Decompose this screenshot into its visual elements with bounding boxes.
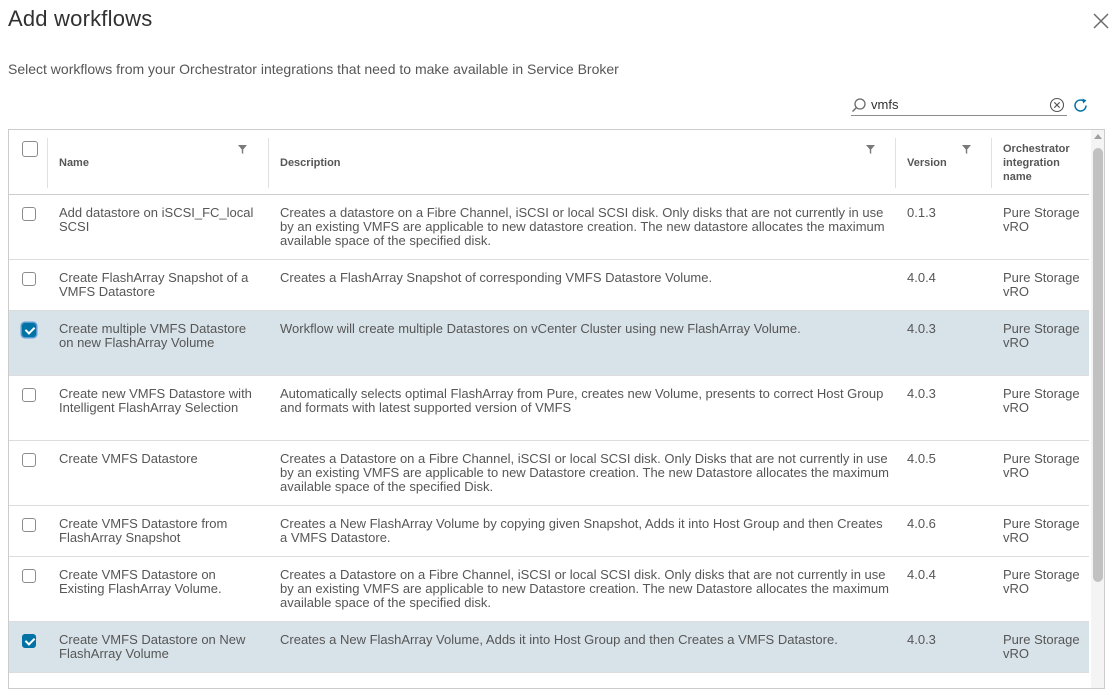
workflow-version: 4.0.4	[907, 567, 936, 582]
column-header-version[interactable]: Version	[895, 130, 991, 194]
workflow-version: 4.0.3	[907, 321, 936, 336]
workflow-description: Creates a Datastore on a Fibre Channel, …	[280, 567, 889, 610]
search-box	[851, 95, 1067, 116]
column-header-orchestrator[interactable]: Orchestrator integration name	[991, 130, 1089, 194]
workflow-name: Create FlashArray Snapshot of a VMFS Dat…	[59, 270, 249, 299]
row-checkbox[interactable]	[22, 518, 36, 532]
workflow-description: Workflow will create multiple Datastores…	[280, 321, 801, 336]
column-name-label: Name	[59, 157, 89, 169]
row-checkbox[interactable]	[22, 207, 36, 221]
workflow-description: Automatically selects optimal FlashArray…	[280, 386, 884, 415]
row-checkbox[interactable]	[22, 388, 36, 402]
workflow-name: Create VMFS Datastore on New FlashArray …	[59, 632, 246, 661]
table-row[interactable]: Create FlashArray Snapshot of a VMFS Dat…	[9, 260, 1089, 311]
workflow-orchestrator: Pure Storage vRO	[1003, 451, 1080, 480]
scroll-up-arrow[interactable]	[1094, 134, 1102, 139]
clear-icon[interactable]	[1049, 97, 1065, 113]
workflow-description: Creates a datastore on a Fibre Channel, …	[280, 205, 885, 248]
search-icon	[852, 98, 866, 112]
workflows-table: Name Description Version Orchestrator in…	[8, 129, 1105, 689]
workflow-name: Create VMFS Datastore from FlashArray Sn…	[59, 516, 228, 545]
workflow-version: 4.0.3	[907, 632, 936, 647]
row-checkbox[interactable]	[22, 634, 36, 648]
workflow-name: Create VMFS Datastore on Existing FlashA…	[59, 567, 222, 596]
workflow-description: Creates a FlashArray Snapshot of corresp…	[280, 270, 713, 285]
workflow-orchestrator: Pure Storage vRO	[1003, 321, 1080, 350]
search-input[interactable]	[871, 95, 1046, 113]
workflow-orchestrator: Pure Storage vRO	[1003, 632, 1080, 661]
table-row[interactable]: Create VMFS Datastore on Existing FlashA…	[9, 557, 1089, 622]
workflow-orchestrator: Pure Storage vRO	[1003, 386, 1080, 415]
filter-icon[interactable]	[865, 144, 876, 155]
close-icon[interactable]	[1090, 10, 1111, 32]
row-checkbox[interactable]	[22, 453, 36, 467]
table-row[interactable]: Add datastore on iSCSI_FC_local SCSI Cre…	[9, 195, 1089, 260]
workflow-description: Creates a New FlashArray Volume by copyi…	[280, 516, 883, 545]
workflow-version: 4.0.3	[907, 386, 936, 401]
workflow-version: 4.0.4	[907, 270, 936, 285]
filter-icon[interactable]	[237, 144, 248, 155]
select-all-checkbox[interactable]	[22, 141, 38, 157]
workflow-description: Creates a New FlashArray Volume, Adds it…	[280, 632, 838, 647]
workflow-version: 4.0.6	[907, 516, 936, 531]
column-description-label: Description	[280, 157, 341, 169]
row-checkbox[interactable]	[22, 569, 36, 583]
workflow-orchestrator: Pure Storage vRO	[1003, 205, 1080, 234]
row-checkbox[interactable]	[22, 272, 36, 286]
scrollbar-thumb[interactable]	[1093, 148, 1103, 582]
table-header: Name Description Version Orchestrator in…	[9, 130, 1089, 195]
column-header-description[interactable]: Description	[268, 130, 895, 194]
column-version-label: Version	[907, 157, 947, 169]
dialog-subtitle: Select workflows from your Orchestrator …	[8, 61, 619, 77]
column-orchestrator-label: Orchestrator integration name	[1003, 143, 1070, 183]
workflow-version: 0.1.3	[907, 205, 936, 220]
refresh-icon[interactable]	[1072, 97, 1089, 114]
workflow-orchestrator: Pure Storage vRO	[1003, 516, 1080, 545]
workflow-orchestrator: Pure Storage vRO	[1003, 270, 1080, 299]
dialog-title: Add workflows	[8, 6, 153, 31]
filter-icon[interactable]	[961, 144, 972, 155]
table-row[interactable]: Create VMFS Datastore on New FlashArray …	[9, 622, 1089, 673]
workflow-name: Create VMFS Datastore	[59, 451, 198, 466]
table-row[interactable]: Create VMFS Datastore from FlashArray Sn…	[9, 506, 1089, 557]
workflow-description: Creates a Datastore on a Fibre Channel, …	[280, 451, 889, 494]
workflow-name: Create new VMFS Datastore with Intellige…	[59, 386, 252, 415]
table-row[interactable]: Create VMFS Datastore Creates a Datastor…	[9, 441, 1089, 506]
table-row[interactable]: Create new VMFS Datastore with Intellige…	[9, 376, 1089, 441]
workflow-version: 4.0.5	[907, 451, 936, 466]
row-checkbox[interactable]	[22, 323, 36, 337]
workflow-name: Create multiple VMFS Datastore on new Fl…	[59, 321, 247, 350]
workflow-name: Add datastore on iSCSI_FC_local SCSI	[59, 205, 254, 234]
workflow-orchestrator: Pure Storage vRO	[1003, 567, 1080, 596]
table-row[interactable]: Create multiple VMFS Datastore on new Fl…	[9, 311, 1089, 376]
column-header-name[interactable]: Name	[47, 130, 268, 194]
